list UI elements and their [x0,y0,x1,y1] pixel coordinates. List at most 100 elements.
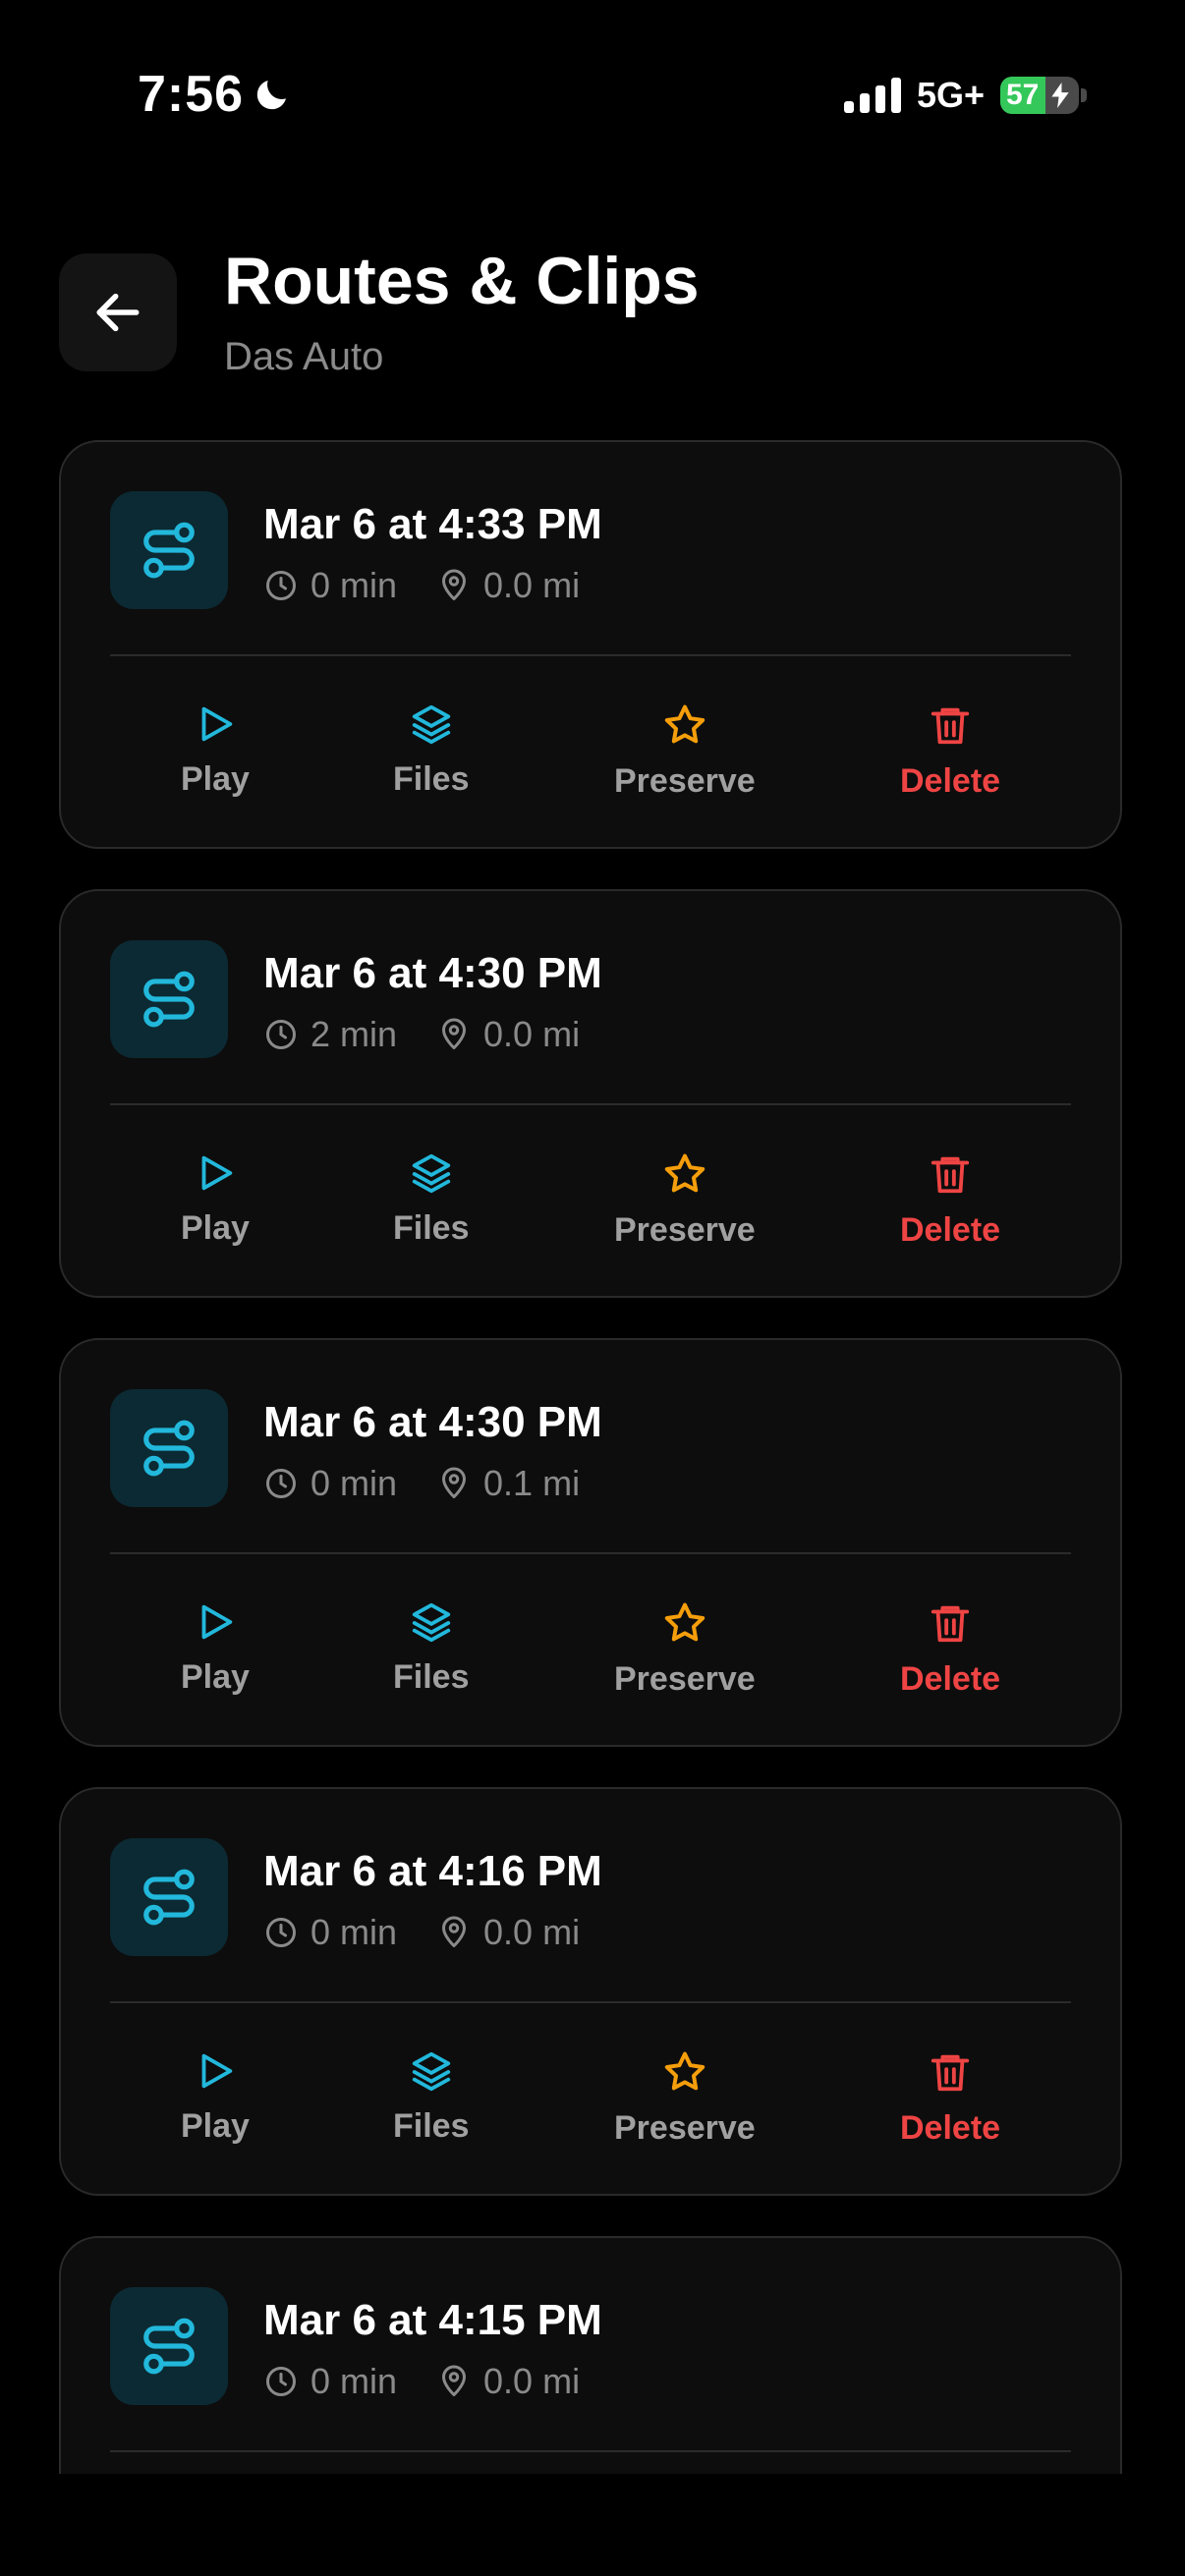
files-button[interactable]: Files [393,1150,469,1248]
route-card[interactable]: Mar 6 at 4:33 PM 0 min 0.0 mi Play Files… [59,440,1122,849]
star-icon [664,1153,705,1193]
play-label: Play [181,1209,250,1247]
card-divider [110,654,1071,656]
delete-button[interactable]: Delete [900,701,1000,801]
route-title: Mar 6 at 4:33 PM [263,500,602,548]
battery-level: 57 [1006,79,1040,111]
files-button[interactable]: Files [393,2048,469,2146]
preserve-button[interactable]: Preserve [614,1599,756,1699]
delete-button[interactable]: Delete [900,1599,1000,1699]
route-meta: 0 min 0.0 mi [263,1911,580,1954]
map-pin-icon [442,1018,467,1049]
star-icon [664,2051,705,2091]
clock-icon [266,571,296,600]
play-icon [201,1155,233,1191]
route-distance-text: 0.0 mi [483,565,581,605]
layers-icon [412,1602,450,1643]
delete-button[interactable]: Delete [900,1150,1000,1250]
route-duration-text: 2 min [310,1014,398,1054]
route-icon-tile [110,1838,228,1956]
files-button[interactable]: Files [393,1599,469,1697]
play-icon [201,2053,233,2089]
preserve-button[interactable]: Preserve [614,2048,756,2148]
route-card[interactable]: Mar 6 at 4:30 PM 0 min 0.1 mi Play Files… [59,1338,1122,1747]
route-icon-tile [110,2287,228,2405]
card-divider [110,1103,1071,1105]
back-button[interactable] [59,253,177,371]
card-divider [110,1552,1071,1554]
route-distance: 0.0 mi [436,564,580,607]
play-icon [201,1604,233,1640]
route-card[interactable]: Mar 6 at 4:15 PM 0 min 0.0 mi Play [59,2236,1122,2474]
route-list[interactable]: Mar 6 at 4:33 PM 0 min 0.0 mi Play Files… [59,440,1126,2474]
play-button[interactable]: Play [181,2048,250,2146]
page-subtitle: Das Auto [224,335,384,378]
route-distance: 0.0 mi [436,1013,580,1056]
route-icon [143,522,195,579]
moon-icon [256,81,287,110]
status-time-text: 7:56 [138,66,245,123]
route-duration-text: 0 min [310,1912,398,1952]
route-icon-tile [110,491,228,609]
battery-icon: 57 [1000,77,1079,114]
route-duration: 2 min [263,1013,397,1056]
page-title: Routes & Clips [224,244,700,318]
files-label: Files [393,2107,470,2145]
layers-icon [412,2051,450,2092]
trash-icon [931,2054,970,2092]
status-time: 7:56 [138,65,293,124]
layers-icon [412,704,450,745]
play-button[interactable]: Play [181,1599,250,1697]
clock-icon [266,1918,296,1947]
files-button[interactable]: Files [393,701,469,799]
route-distance: 0.0 mi [436,1911,580,1954]
route-actions: Play Files Preserve Delete [61,701,1120,819]
network-label: 5G+ [916,75,985,115]
route-title: Mar 6 at 4:15 PM [263,2296,602,2344]
clock-icon [266,1469,296,1498]
files-label: Files [393,1658,470,1696]
preserve-label: Preserve [614,2109,756,2147]
route-icon [143,1869,195,1926]
star-icon [664,1602,705,1642]
route-meta: 0 min 0.1 mi [263,1462,580,1505]
route-actions: Play Files Preserve Delete [61,2048,1120,2166]
route-duration: 0 min [263,2360,397,2403]
preserve-button[interactable]: Preserve [614,1150,756,1250]
files-label: Files [393,1209,470,1247]
delete-label: Delete [900,1660,1001,1698]
route-distance: 0.0 mi [436,2360,580,2403]
arrow-left-icon [96,293,140,332]
signal-icon [843,78,901,113]
play-button[interactable]: Play [181,1150,250,1248]
route-distance-text: 0.1 mi [483,1463,581,1503]
charging-bolt-icon [1051,83,1069,108]
route-distance-text: 0.0 mi [483,2361,581,2401]
play-label: Play [181,2107,250,2145]
route-duration: 0 min [263,1462,397,1505]
route-icon-tile [110,1389,228,1507]
route-duration: 0 min [263,1911,397,1954]
route-icon-tile [110,940,228,1058]
delete-label: Delete [900,2109,1001,2147]
map-pin-icon [442,1467,467,1498]
preserve-label: Preserve [614,1660,756,1698]
files-label: Files [393,760,470,798]
route-distance: 0.1 mi [436,1462,580,1505]
trash-icon [931,707,970,745]
route-card[interactable]: Mar 6 at 4:30 PM 2 min 0.0 mi Play Files… [59,889,1122,1298]
delete-button[interactable]: Delete [900,2048,1000,2148]
play-button[interactable]: Play [181,701,250,799]
route-duration-text: 0 min [310,565,398,605]
route-actions: Play Files Preserve Delete [61,1150,1120,1268]
trash-icon [931,1605,970,1643]
delete-label: Delete [900,1211,1001,1249]
route-duration-text: 0 min [310,1463,398,1503]
route-card[interactable]: Mar 6 at 4:16 PM 0 min 0.0 mi Play Files… [59,1787,1122,2196]
route-icon [143,971,195,1028]
route-title: Mar 6 at 4:30 PM [263,1398,602,1446]
preserve-label: Preserve [614,762,756,800]
play-label: Play [181,760,250,798]
preserve-button[interactable]: Preserve [614,701,756,801]
status-bar: 7:56 5G+ 57 [0,0,1185,196]
